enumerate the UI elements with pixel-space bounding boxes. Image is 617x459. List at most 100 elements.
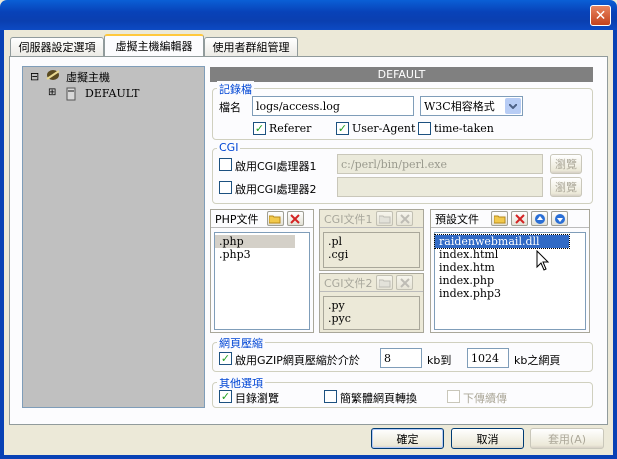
gzip-to-label: kb到	[427, 354, 452, 367]
cgi2-panel-header: CGI文件2	[320, 274, 423, 292]
cgi2-path-input[interactable]	[337, 177, 543, 197]
log-file-input[interactable]: logs/access.log	[252, 96, 414, 116]
globe-icon	[45, 68, 61, 82]
gzip-max-input[interactable]: 1024	[467, 348, 509, 368]
arrow-up-icon	[534, 213, 545, 224]
gzip-checkbox[interactable]: ✓	[219, 352, 232, 365]
move-down-button[interactable]	[551, 211, 568, 226]
cgi1-path-input[interactable]: c:/perl/bin/perl.exe	[337, 154, 543, 174]
delete-icon	[400, 277, 410, 288]
tab-server-settings[interactable]: 伺服器設定選項	[10, 37, 104, 56]
default-doc-list[interactable]: raidenwebmail.dll index.html index.htm i…	[434, 232, 586, 330]
conv-label: 簡繁體網頁轉換	[340, 392, 417, 405]
chevron-down-icon[interactable]	[505, 98, 521, 114]
tab-user-group[interactable]: 使用者群組管理	[204, 37, 298, 56]
referer-checkbox[interactable]: ✓	[253, 122, 266, 135]
cancel-button[interactable]: 取消	[451, 428, 524, 449]
folder-icon	[378, 215, 391, 223]
gzip-min-value: 8	[384, 351, 391, 365]
timetaken-checkbox[interactable]	[418, 122, 431, 135]
cgi2-panel-title: CGI文件2	[324, 276, 373, 290]
cgi1-checkbox[interactable]	[219, 158, 232, 171]
cgi1-list[interactable]: .pl .cgi	[323, 232, 420, 268]
window-border-left	[0, 30, 4, 459]
delete-button[interactable]	[286, 211, 304, 226]
list-item[interactable]: index.html	[435, 248, 585, 261]
timetaken-label: time-taken	[434, 122, 494, 135]
tab-virtual-host-editor[interactable]: 虛擬主機編輯器	[104, 34, 204, 56]
tree-child-label[interactable]: DEFAULT	[85, 87, 139, 100]
server-icon	[64, 86, 78, 101]
add-folder-button[interactable]	[376, 211, 394, 226]
php-panel: PHP文件 .php .php3	[210, 209, 314, 333]
delete-icon	[514, 213, 525, 224]
php-panel-title: PHP文件	[215, 212, 259, 226]
delete-icon	[400, 213, 410, 224]
delete-icon	[290, 213, 300, 224]
list-item[interactable]: .php3	[215, 248, 309, 261]
add-folder-button[interactable]	[266, 211, 284, 226]
add-folder-button[interactable]	[376, 275, 394, 290]
log-format-select[interactable]: W3C相容格式	[420, 96, 523, 116]
list-item[interactable]: index.php	[435, 274, 585, 287]
cgi2-browse-button[interactable]: 瀏覽	[550, 177, 582, 197]
folder-icon	[269, 215, 281, 223]
referer-label: Referer	[269, 122, 312, 135]
collapse-icon[interactable]: ⊟	[30, 70, 39, 83]
gzip-end-label: kb之網頁	[514, 354, 561, 367]
tree-root-label[interactable]: 虛擬主機	[66, 69, 110, 85]
php-panel-header: PHP文件	[211, 210, 313, 228]
gzip-max-value: 1024	[471, 351, 499, 365]
dir-browse-label: 目錄瀏覽	[235, 392, 279, 405]
cgi1-browse-label: 瀏覽	[555, 158, 577, 171]
title-bar[interactable]	[0, 0, 617, 30]
log-format-value: W3C相容格式	[424, 100, 495, 113]
host-header: DEFAULT	[210, 67, 593, 82]
default-doc-panel: 預設文件 raidenwebmail.dll index.html index.…	[430, 209, 590, 333]
useragent-checkbox[interactable]: ✓	[336, 122, 349, 135]
cgi2-panel: CGI文件2 .py .pyc	[319, 273, 424, 333]
list-item[interactable]: index.htm	[435, 261, 585, 274]
apply-label: 套用(A)	[547, 432, 587, 446]
cgi2-browse-label: 瀏覽	[555, 181, 577, 194]
filename-label: 檔名	[219, 101, 241, 114]
default-doc-panel-title: 預設文件	[435, 212, 479, 226]
close-button[interactable]: ✕	[590, 5, 611, 26]
cgi2-checkbox[interactable]	[219, 181, 232, 194]
gzip-min-input[interactable]: 8	[380, 348, 422, 368]
delete-button[interactable]	[396, 211, 414, 226]
move-up-button[interactable]	[531, 211, 548, 226]
cgi1-label: 啟用CGI處理器1	[235, 160, 317, 173]
list-item[interactable]: raidenwebmail.dll	[434, 234, 570, 249]
cgi1-panel: CGI文件1 .pl .cgi	[319, 209, 424, 271]
cgi1-browse-button[interactable]: 瀏覽	[550, 154, 582, 174]
cancel-label: 取消	[476, 432, 499, 446]
expand-icon[interactable]: ⊞	[48, 87, 56, 98]
delete-button[interactable]	[511, 211, 528, 226]
ok-button[interactable]: 確定	[371, 428, 444, 449]
other-group-label: 其他選項	[217, 375, 265, 391]
add-folder-button[interactable]	[491, 211, 508, 226]
cgi2-list[interactable]: .py .pyc	[323, 296, 420, 330]
conv-checkbox[interactable]	[324, 390, 337, 403]
php-list[interactable]: .php .php3	[214, 232, 310, 330]
list-item[interactable]: .pl	[324, 235, 419, 248]
window-border-bottom	[0, 455, 617, 459]
host-tree[interactable]	[22, 66, 205, 408]
tab-label: 虛擬主機編輯器	[115, 40, 193, 53]
list-item[interactable]: .php	[215, 235, 295, 248]
tab-label: 伺服器設定選項	[18, 41, 96, 54]
delete-button[interactable]	[396, 275, 414, 290]
apply-button[interactable]: 套用(A)	[530, 428, 604, 449]
window-border-right	[613, 30, 617, 459]
list-item[interactable]: index.php3	[435, 287, 585, 300]
dir-browse-checkbox[interactable]: ✓	[219, 390, 232, 403]
cgi2-label: 啟用CGI處理器2	[235, 183, 317, 196]
log-group-label: 記錄檔	[217, 81, 254, 97]
cgi1-panel-header: CGI文件1	[320, 210, 423, 228]
arrow-down-icon	[554, 213, 565, 224]
list-item[interactable]: .cgi	[324, 248, 419, 261]
resume-checkbox[interactable]	[447, 390, 460, 403]
list-item[interactable]: .pyc	[324, 312, 419, 325]
list-item[interactable]: .py	[324, 299, 419, 312]
